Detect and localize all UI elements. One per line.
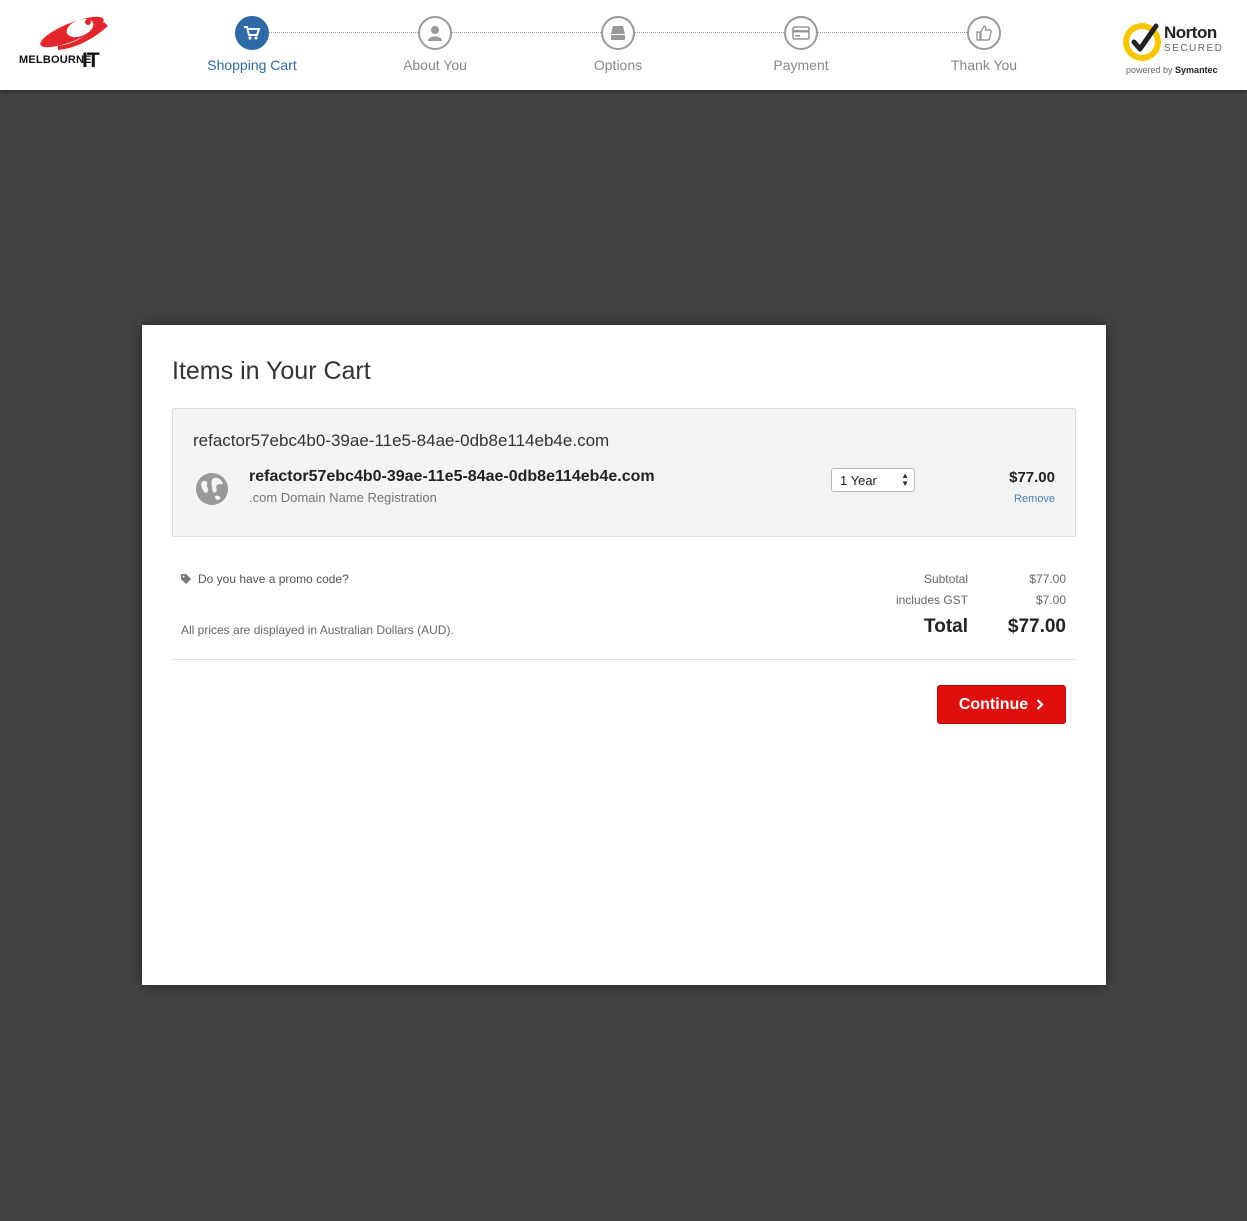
header-bar: MELBOURNE IT Shopping Cart About You Opt… <box>0 0 1247 90</box>
page-title: Items in Your Cart <box>172 357 371 385</box>
step-shopping-cart[interactable]: Shopping Cart <box>192 16 312 73</box>
continue-button[interactable]: Continue <box>937 685 1066 724</box>
checkout-progress: Shopping Cart About You Options Payment <box>0 0 1247 90</box>
step-label: Shopping Cart <box>207 57 297 73</box>
norton-powered-by: powered by Symantec <box>1126 65 1218 75</box>
promo-code-label: Do you have a promo code? <box>198 572 349 586</box>
step-options[interactable]: Options <box>558 16 678 73</box>
cart-icon <box>235 16 269 50</box>
tag-icon <box>181 574 191 584</box>
gst-label: includes GST <box>895 593 968 607</box>
cart-item-group: refactor57ebc4b0-39ae-11e5-84ae-0db8e114… <box>172 408 1076 537</box>
step-about-you[interactable]: About You <box>375 16 495 73</box>
step-payment[interactable]: Payment <box>741 16 861 73</box>
term-selected-value: 1 Year <box>840 473 877 488</box>
step-label: About You <box>403 57 467 73</box>
item-description: .com Domain Name Registration <box>249 490 437 505</box>
select-arrows-icon: ▲ ▼ <box>901 471 909 488</box>
globe-icon <box>196 473 228 505</box>
remove-link[interactable]: Remove <box>1014 493 1055 505</box>
options-icon <box>601 16 635 50</box>
item-price: $77.00 <box>1009 469 1055 486</box>
domain-heading: refactor57ebc4b0-39ae-11e5-84ae-0db8e114… <box>193 431 610 450</box>
norton-title: Norton <box>1164 23 1217 42</box>
powered-brand: Symantec <box>1175 65 1218 75</box>
currency-note: All prices are displayed in Australian D… <box>181 623 454 637</box>
step-label: Options <box>593 57 643 73</box>
total-value: $77.00 <box>1007 616 1066 637</box>
gst-value: $7.00 <box>1035 593 1066 607</box>
step-thank-you[interactable]: Thank You <box>924 16 1044 73</box>
term-select[interactable]: 1 Year ▲ ▼ <box>831 468 915 492</box>
item-name: refactor57ebc4b0-39ae-11e5-84ae-0db8e114… <box>249 468 655 485</box>
thumbs-up-icon <box>967 16 1001 50</box>
step-label: Payment <box>773 57 829 73</box>
step-label: Thank You <box>950 57 1018 73</box>
norton-secured-text: SECURED <box>1164 43 1224 54</box>
credit-card-icon <box>784 16 818 50</box>
cart-modal: Items in Your Cart refactor57ebc4b0-39ae… <box>142 325 1106 985</box>
subtotal-value: $77.00 <box>1029 572 1066 586</box>
norton-check-icon <box>1123 23 1161 61</box>
chevron-right-icon <box>1036 699 1044 710</box>
continue-label: Continue <box>958 695 1029 713</box>
subtotal-label: Subtotal <box>923 572 968 586</box>
user-icon <box>418 16 452 50</box>
promo-code-link[interactable]: Do you have a promo code? <box>180 572 349 586</box>
powered-prefix: powered by <box>1126 65 1173 75</box>
divider <box>172 659 1076 660</box>
norton-secured-seal[interactable]: Norton SECURED powered by Symantec <box>1118 16 1234 78</box>
total-label: Total <box>924 616 968 637</box>
